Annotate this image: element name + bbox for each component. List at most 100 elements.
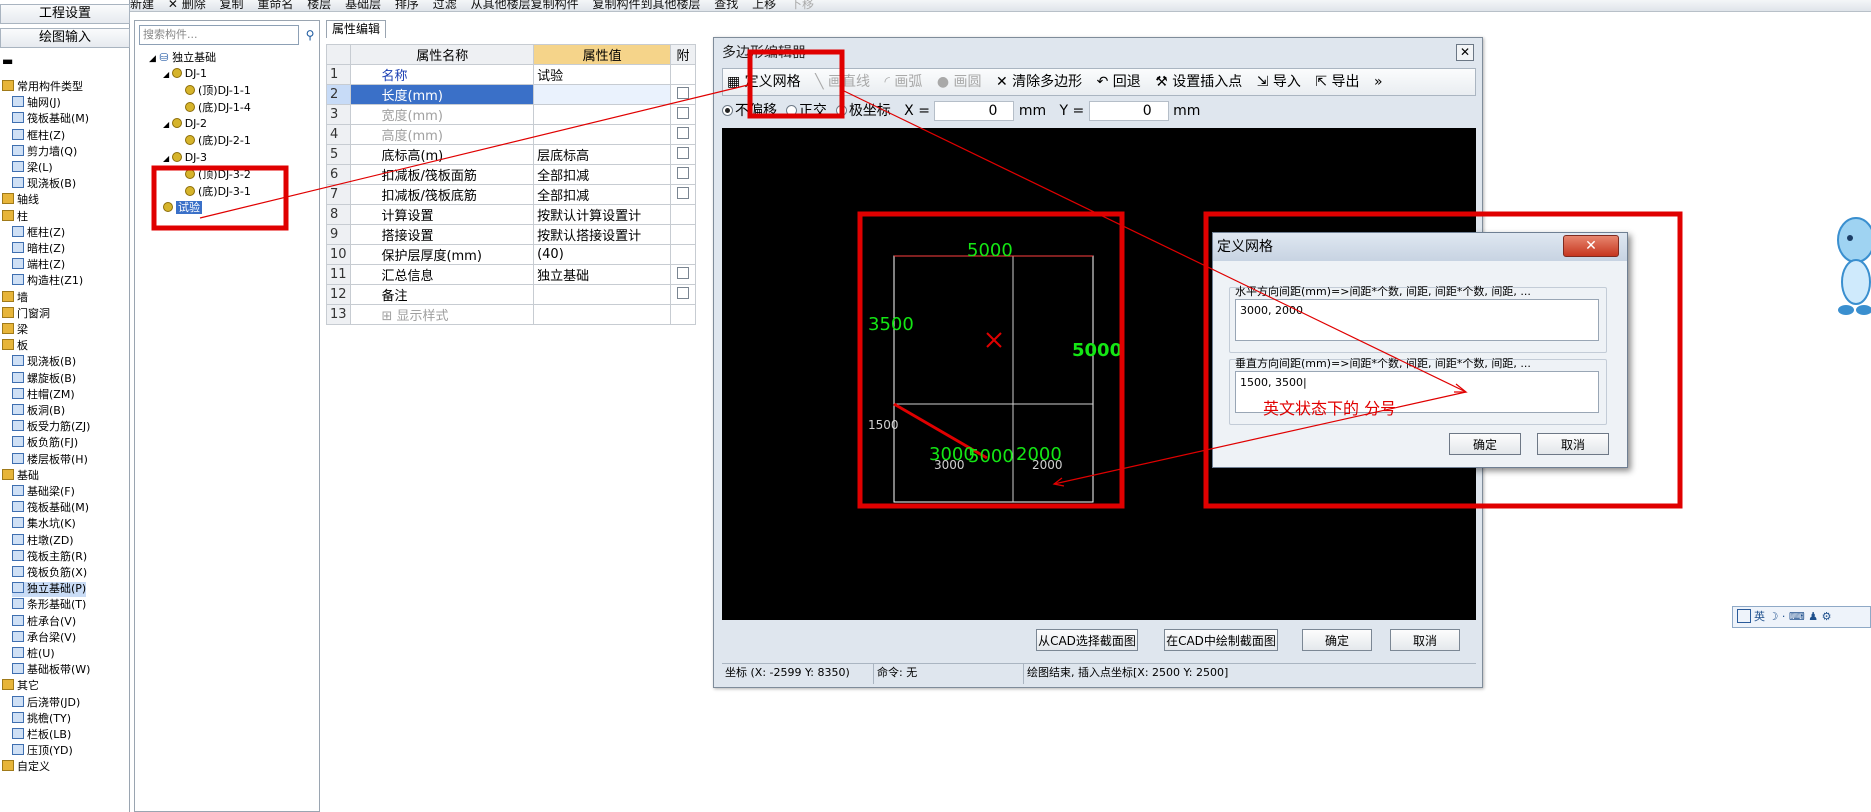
nav-item[interactable]: 后浇带(JD) <box>12 695 80 711</box>
drawing-input-button[interactable]: 绘图输入 <box>0 28 130 48</box>
nav-item[interactable]: 承台梁(V) <box>12 630 76 646</box>
toolbar-overflow-button[interactable]: » <box>1374 69 1383 95</box>
property-value[interactable]: 全部扣减 <box>533 184 672 205</box>
tree-component[interactable]: ◢ DJ-3 <box>163 151 207 166</box>
toolbar-copy[interactable]: 复制 <box>220 0 244 10</box>
nav-item[interactable]: 常用构件类型 <box>2 80 83 95</box>
nav-item[interactable]: 筏板基础(M) <box>12 112 89 127</box>
toolbar-copy-to-floor[interactable]: 复制构件到其他楼层 <box>592 0 700 10</box>
nav-item[interactable]: 墙 <box>2 290 28 306</box>
property-value[interactable]: 全部扣减 <box>533 164 672 185</box>
expand-icon[interactable]: ◢ <box>163 70 172 79</box>
horizontal-spacing-input[interactable]: 3000, 2000 <box>1235 299 1599 341</box>
property-value[interactable] <box>533 104 672 125</box>
nav-item[interactable]: 板洞(B) <box>12 404 65 419</box>
property-row[interactable]: 2 长度(mm) <box>325 84 696 105</box>
nav-item[interactable]: 压顶(YD) <box>12 744 73 759</box>
property-row[interactable]: 13 ⊞ 显示样式 <box>325 304 696 325</box>
attach-checkbox[interactable] <box>677 106 690 119</box>
nav-item[interactable]: 框柱(Z) <box>12 225 65 241</box>
expand-icon[interactable]: ◢ <box>163 154 172 163</box>
nav-item[interactable]: 桩(U) <box>12 647 55 662</box>
collapse-icon[interactable]: ▬ <box>2 54 13 68</box>
toolbar-rename[interactable]: 重命名 <box>257 0 293 10</box>
property-value[interactable]: 试验 <box>533 64 672 85</box>
toolbar-move-down[interactable]: 下移 <box>790 0 814 10</box>
nav-item[interactable]: 筏板负筋(X) <box>12 566 87 581</box>
nav-item[interactable]: 集水坑(K) <box>12 517 76 532</box>
grid-ok-button[interactable]: 确定 <box>1449 433 1521 455</box>
tree-sub-component[interactable]: (顶)DJ-3-2 <box>185 168 251 182</box>
project-settings-button[interactable]: 工程设置 <box>0 4 130 24</box>
attach-checkbox[interactable] <box>677 146 690 159</box>
nav-item[interactable]: 柱 <box>2 209 28 225</box>
mode-no-offset-radio[interactable] <box>722 105 733 116</box>
nav-item[interactable]: 板负筋(FJ) <box>12 436 78 451</box>
nav-item[interactable]: 筏板基础(M) <box>12 501 89 516</box>
select-from-cad-button[interactable]: 从CAD选择截面图 <box>1036 629 1138 651</box>
draw-circle-button[interactable]: ● 画圆 <box>937 69 982 95</box>
import-button[interactable]: ⇲ 导入 <box>1257 69 1301 95</box>
property-row[interactable]: 4 高度(mm) <box>325 124 696 145</box>
nav-item[interactable]: 端柱(Z) <box>12 258 65 273</box>
property-value[interactable] <box>533 304 672 325</box>
toolbar-find[interactable]: 查找 <box>714 0 738 10</box>
mode-ortho-radio[interactable] <box>785 105 797 116</box>
y-input[interactable]: 0 <box>1088 101 1169 121</box>
property-row[interactable]: 7 扣减板/筏板底筋 全部扣减 <box>325 184 696 205</box>
property-row[interactable]: 12 备注 <box>325 284 696 305</box>
x-input[interactable]: 0 <box>934 101 1015 121</box>
define-grid-close-button[interactable]: ✕ <box>1563 235 1619 257</box>
nav-item[interactable]: 基础 <box>2 468 39 484</box>
assistant-mascot-icon[interactable] <box>1826 210 1871 320</box>
toolbar-filter[interactable]: 过滤 <box>433 0 457 10</box>
component-search-input[interactable]: 搜索构件... <box>139 25 299 45</box>
undo-button[interactable]: ↶ 回退 <box>1097 69 1141 95</box>
draw-in-cad-button[interactable]: 在CAD中绘制截面图 <box>1164 629 1278 651</box>
tab-property-edit[interactable]: 属性编辑 <box>326 20 386 38</box>
toolbar-sort[interactable]: 排序 <box>395 0 419 10</box>
toolbar-new[interactable]: 新建 <box>130 0 154 10</box>
tree-component[interactable]: ◢ DJ-2 <box>163 117 207 132</box>
nav-item[interactable]: 条形基础(T) <box>12 598 86 613</box>
nav-item[interactable]: 柱墩(ZD) <box>12 533 74 549</box>
property-row[interactable]: 3 宽度(mm) <box>325 104 696 125</box>
attach-checkbox[interactable] <box>677 286 690 299</box>
nav-item[interactable]: 构造柱(Z1) <box>12 274 83 289</box>
property-value[interactable]: 按默认搭接设置计 <box>533 224 672 245</box>
nav-item[interactable]: 自定义 <box>2 760 50 775</box>
nav-item[interactable]: 板 <box>2 339 28 354</box>
property-value[interactable] <box>533 124 672 145</box>
tree-sub-component[interactable]: (底)DJ-3-1 <box>185 185 251 199</box>
attach-checkbox[interactable] <box>677 266 690 279</box>
tree-sub-component[interactable]: (底)DJ-1-4 <box>185 101 251 115</box>
nav-item[interactable]: 框柱(Z) <box>12 128 65 144</box>
tree-component[interactable]: ◢ DJ-1 <box>163 67 207 82</box>
attach-checkbox[interactable] <box>677 166 690 179</box>
nav-item[interactable]: 其它 <box>2 679 39 694</box>
property-row[interactable]: 6 扣减板/筏板面筋 全部扣减 <box>325 164 696 185</box>
nav-item[interactable]: 门窗洞 <box>2 306 50 322</box>
nav-item[interactable]: 剪力墙(Q) <box>12 144 77 160</box>
property-value[interactable] <box>533 84 672 105</box>
tree-sub-component[interactable]: (顶)DJ-1-1 <box>185 84 251 98</box>
nav-item[interactable]: 梁 <box>2 323 28 338</box>
ime-toolbar[interactable]: 英 ☽ · ⌨ ♟ ⚙ <box>1732 606 1871 628</box>
nav-item[interactable]: 桩承台(V) <box>12 614 76 630</box>
nav-item[interactable]: 螺旋板(B) <box>12 371 76 387</box>
nav-item[interactable]: 栏板(LB) <box>12 728 71 743</box>
polygon-cancel-button[interactable]: 取消 <box>1390 629 1460 651</box>
define-grid-button[interactable]: ▦ 定义网格 <box>727 69 801 95</box>
draw-line-button[interactable]: ╲ 画直线 <box>815 69 870 95</box>
toolbar-copy-from-floor[interactable]: 从其他楼层复制构件 <box>471 0 579 10</box>
set-insert-point-button[interactable]: ⚒ 设置插入点 <box>1155 69 1242 95</box>
toolbar-floor-select[interactable]: 基础层 <box>345 0 381 10</box>
property-row[interactable]: 1 名称 试验 <box>325 64 696 85</box>
attach-checkbox[interactable] <box>677 126 690 139</box>
tree-sub-component[interactable]: (底)DJ-2-1 <box>185 134 251 148</box>
property-row[interactable]: 8 计算设置 按默认计算设置计 <box>325 204 696 225</box>
grid-cancel-button[interactable]: 取消 <box>1537 433 1609 455</box>
export-button[interactable]: ⇱ 导出 <box>1315 69 1359 95</box>
nav-item[interactable]: 基础梁(F) <box>12 485 75 500</box>
nav-item[interactable]: 暗柱(Z) <box>12 242 65 257</box>
